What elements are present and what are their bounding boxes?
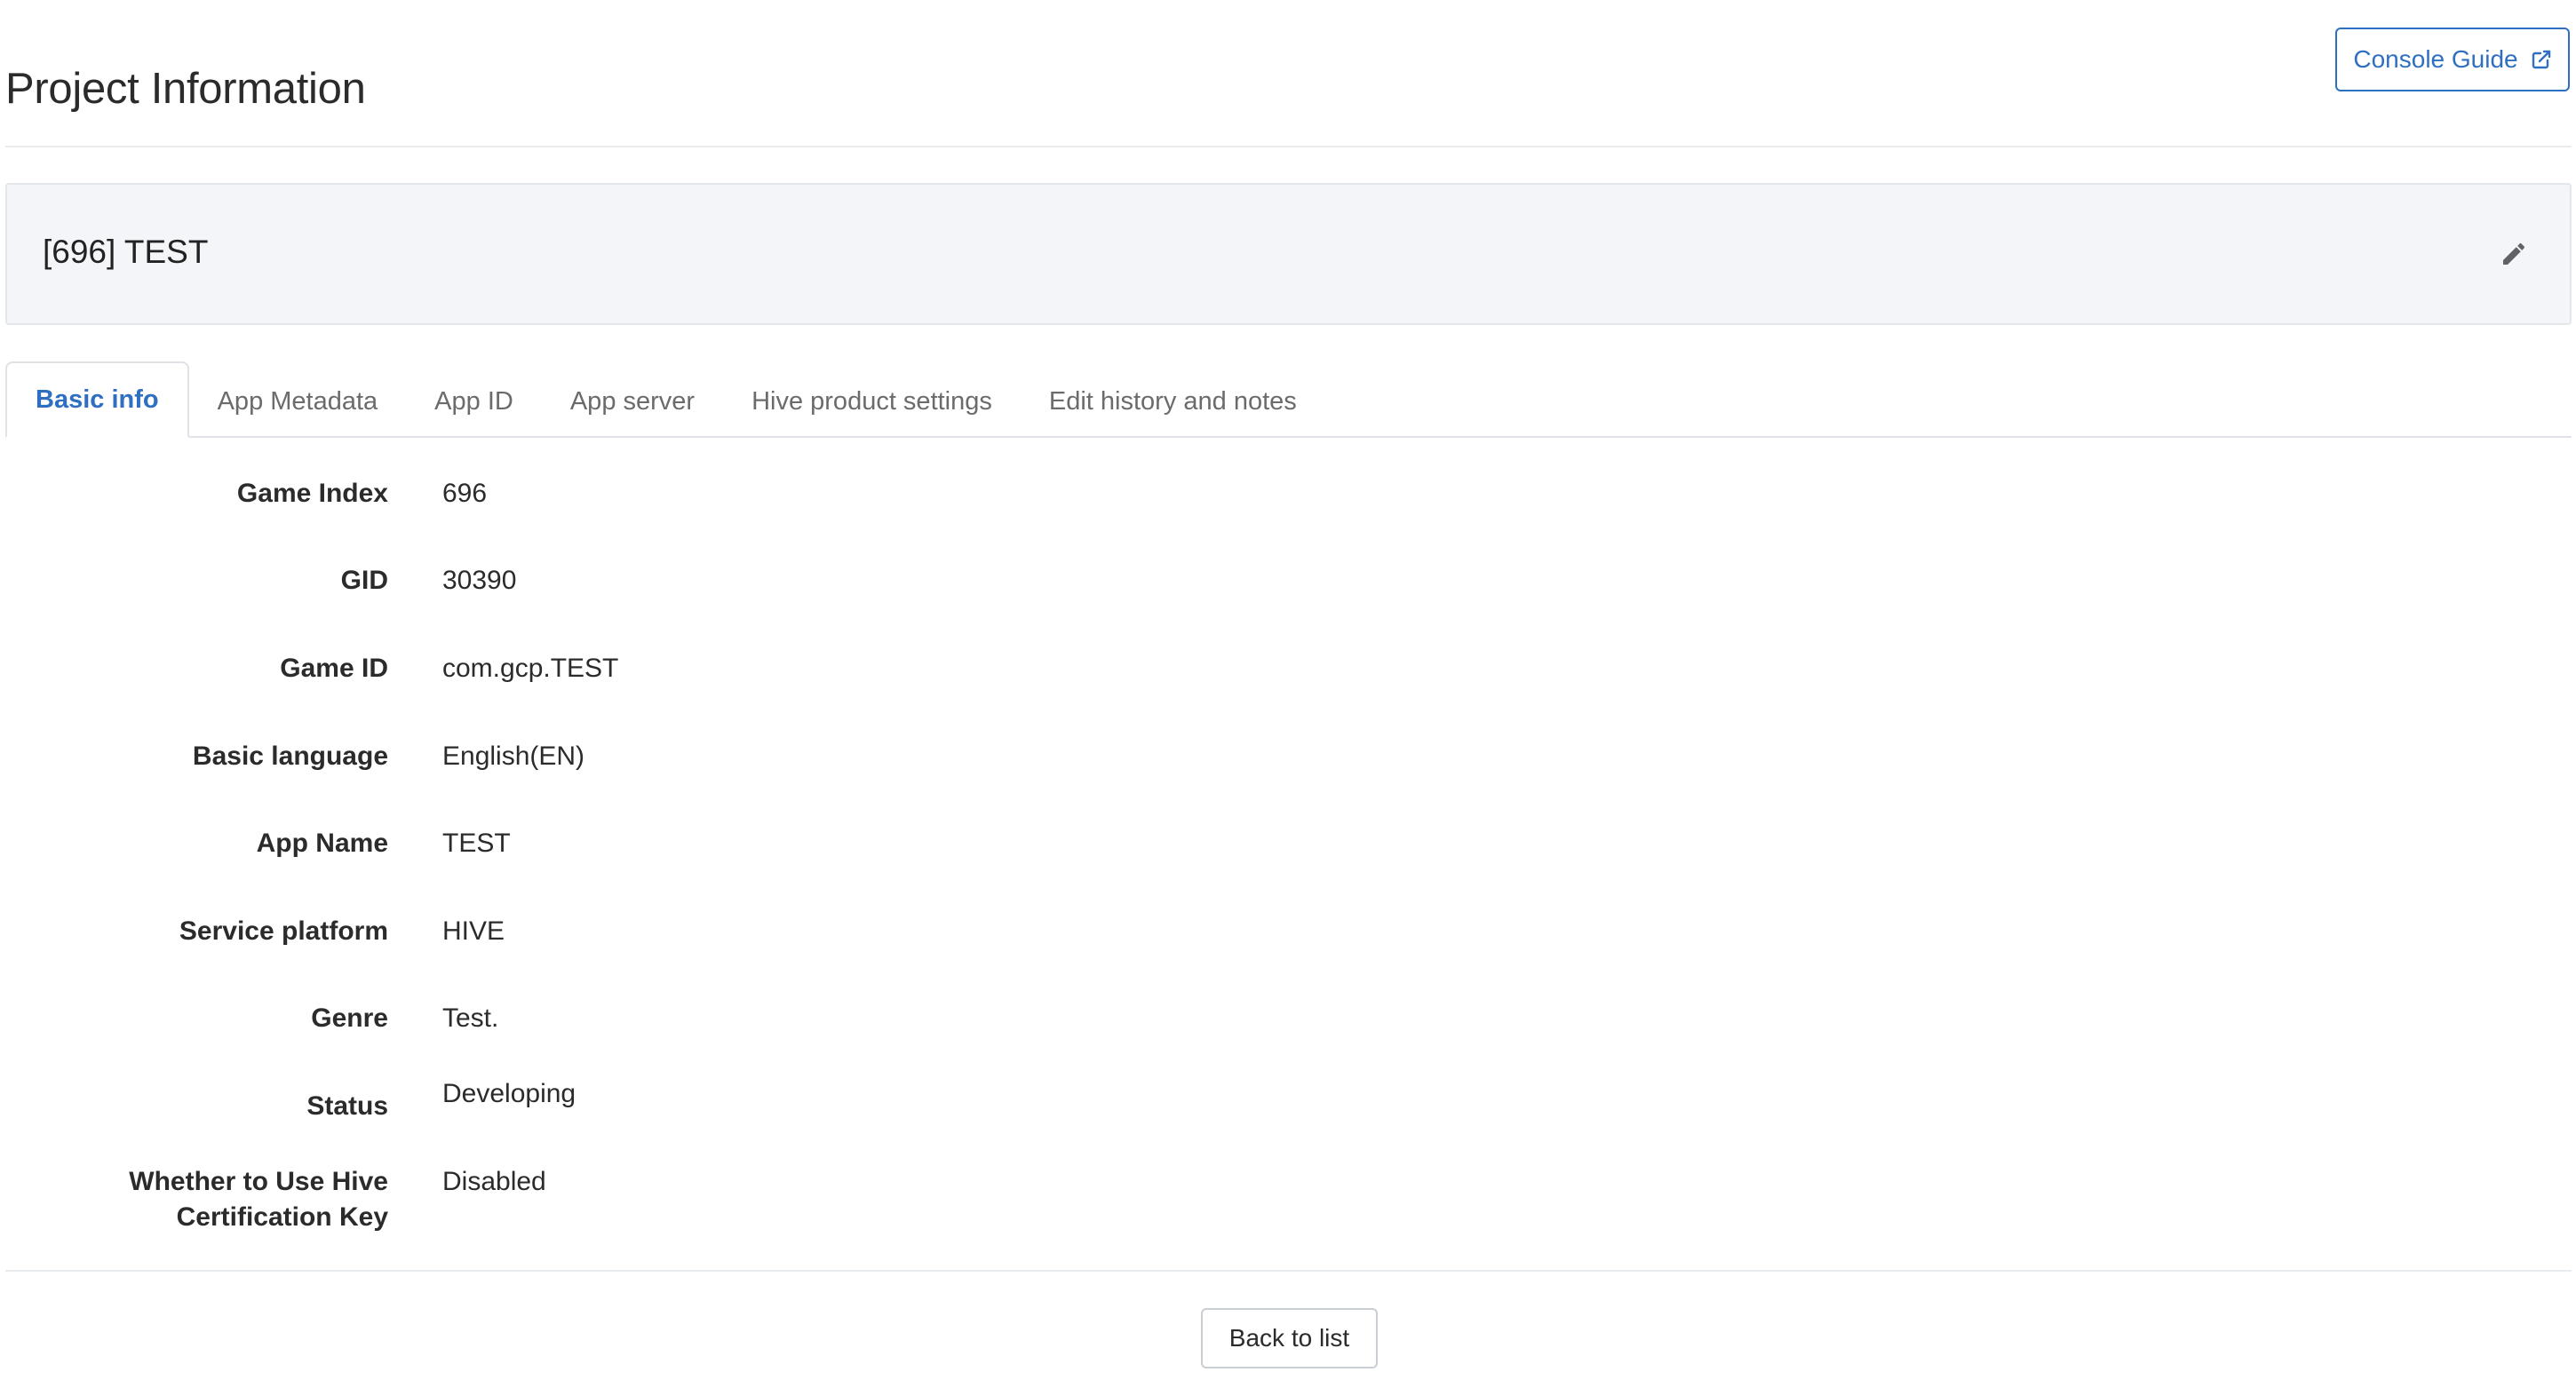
hive-certification-key-label: Whether to Use Hive Certification Key	[129, 1167, 388, 1232]
page-header: Project Information Console Guide	[5, 0, 2572, 147]
project-summary-card: [696] TEST	[5, 183, 2572, 325]
page-title: Project Information	[5, 65, 366, 113]
tab-basic-info[interactable]: Basic info	[5, 361, 189, 438]
genre-value: Test.	[442, 1003, 499, 1033]
external-link-icon	[2531, 49, 2552, 70]
pencil-icon	[2500, 240, 2528, 271]
hive-certification-key-value: Disabled	[442, 1167, 546, 1196]
edit-project-button[interactable]	[2495, 236, 2532, 274]
genre-label: Genre	[311, 1003, 388, 1033]
game-index-label: Game Index	[236, 479, 388, 508]
basic-language-label: Basic language	[192, 742, 388, 771]
basic-language-value: English(EN)	[442, 742, 585, 771]
gid-value: 30390	[442, 566, 517, 595]
console-guide-label: Console Guide	[2353, 45, 2518, 73]
project-tabs: Basic info App Metadata App ID App serve…	[5, 361, 2572, 438]
status-value: Developing	[442, 1079, 576, 1108]
game-index-value: 696	[442, 479, 488, 508]
gid-label: GID	[340, 566, 388, 595]
game-id-value: com.gcp.TEST	[442, 654, 619, 683]
service-platform-label: Service platform	[179, 916, 388, 946]
back-to-list-button[interactable]: Back to list	[1201, 1308, 1378, 1368]
tab-edit-history-and-notes[interactable]: Edit history and notes	[1021, 365, 1325, 438]
status-label: Status	[306, 1091, 388, 1121]
game-id-label: Game ID	[280, 654, 388, 683]
tab-hive-product-settings[interactable]: Hive product settings	[723, 365, 1021, 438]
tab-app-metadata[interactable]: App Metadata	[189, 365, 407, 438]
app-name-label: App Name	[256, 829, 388, 858]
footer-divider	[5, 1270, 2572, 1272]
tab-app-server[interactable]: App server	[542, 365, 723, 438]
app-name-value: TEST	[442, 829, 511, 858]
service-platform-value: HIVE	[442, 916, 505, 946]
project-name: [696] TEST	[43, 234, 209, 270]
tab-app-id[interactable]: App ID	[406, 365, 542, 438]
console-guide-button[interactable]: Console Guide	[2335, 28, 2570, 91]
